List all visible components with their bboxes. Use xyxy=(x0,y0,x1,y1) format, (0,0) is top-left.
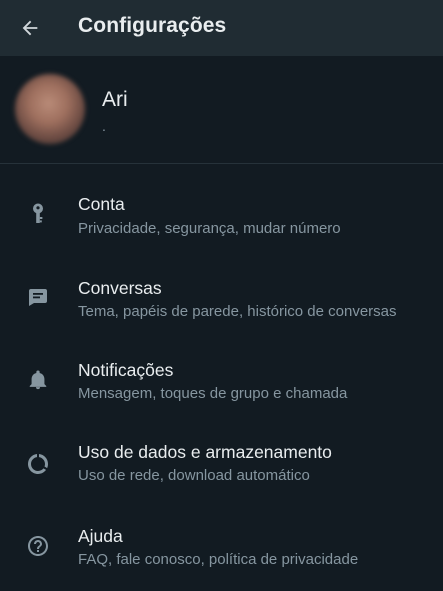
settings-item-title: Uso de dados e armazenamento xyxy=(78,442,332,462)
settings-item-notifications[interactable]: Notificações Mensagem, toques de grupo e… xyxy=(0,342,443,422)
settings-item-subtitle: Mensagem, toques de grupo e chamada xyxy=(78,385,348,402)
divider xyxy=(0,163,443,164)
settings-item-help[interactable]: Ajuda FAQ, fale conosco, política de pri… xyxy=(0,508,443,588)
settings-item-title: Conversas xyxy=(78,278,162,298)
settings-item-chats[interactable]: Conversas Tema, papéis de parede, histór… xyxy=(0,260,443,340)
bell-icon xyxy=(25,367,51,393)
settings-item-subtitle: Privacidade, segurança, mudar número xyxy=(78,220,341,237)
page-title: Configurações xyxy=(78,14,227,37)
chat-icon xyxy=(25,284,51,310)
key-icon xyxy=(25,201,51,227)
avatar[interactable] xyxy=(15,74,85,144)
data-usage-icon xyxy=(25,451,51,477)
settings-item-subtitle: Tema, papéis de parede, histórico de con… xyxy=(78,303,397,320)
settings-item-account[interactable]: Conta Privacidade, segurança, mudar núme… xyxy=(0,176,443,256)
settings-item-title: Notificações xyxy=(78,360,174,380)
arrow-left-icon xyxy=(22,20,38,36)
settings-item-title: Conta xyxy=(78,194,125,214)
profile-name: Ari xyxy=(102,88,128,111)
settings-item-title: Ajuda xyxy=(78,526,123,546)
profile-row[interactable]: Ari . xyxy=(0,56,443,164)
app-bar: Configurações xyxy=(0,0,443,56)
settings-item-subtitle: FAQ, fale conosco, política de privacida… xyxy=(78,551,359,568)
settings-screen: Configurações Ari . Conta Privacidade, s… xyxy=(0,0,443,591)
back-button[interactable] xyxy=(14,12,46,44)
help-icon xyxy=(25,533,51,559)
settings-item-subtitle: Uso de rede, download automático xyxy=(78,467,310,484)
settings-item-data-storage[interactable]: Uso de dados e armazenamento Uso de rede… xyxy=(0,424,443,504)
profile-status: . xyxy=(102,118,106,134)
